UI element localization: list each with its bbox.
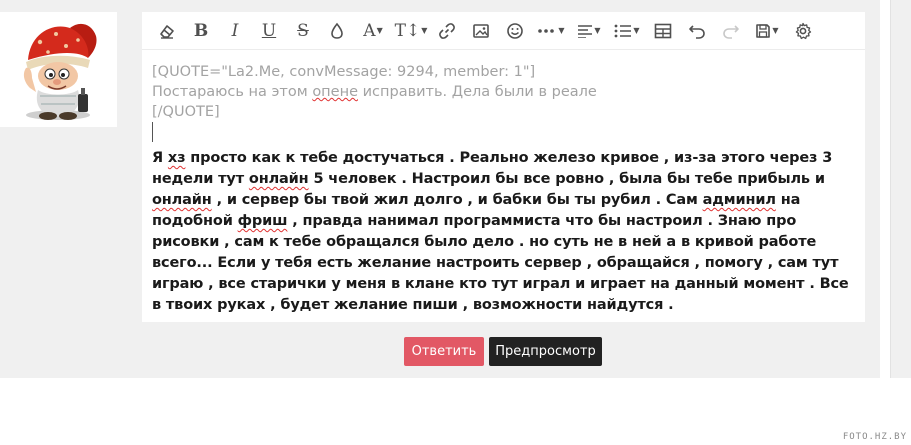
list-icon[interactable]: ▼ <box>608 12 646 50</box>
font-size-label: T↕ <box>394 20 421 41</box>
misspelled-word[interactable]: онлайн <box>152 192 212 208</box>
misspelled-word[interactable]: хз <box>168 150 186 166</box>
avatar[interactable] <box>0 12 117 127</box>
message-text-part: , и сервер бы твой жил долго , и бабки б… <box>211 192 703 208</box>
save-icon[interactable]: ▼ <box>748 12 786 50</box>
right-scroll-strip <box>890 0 911 378</box>
bold-icon[interactable]: B <box>184 12 218 50</box>
font-family-icon[interactable]: A ▼ <box>354 12 392 50</box>
more-icon[interactable]: ▼ <box>532 12 570 50</box>
strikethrough-icon[interactable]: S <box>286 12 320 50</box>
editor-toolbar: B I U S A ▼ T↕ ▼ ▼ ▼ ▼ ▼ <box>142 12 865 50</box>
quote-text-part: исправить. Дела были в реале <box>358 84 597 100</box>
eraser-icon[interactable] <box>150 12 184 50</box>
italic-icon[interactable]: I <box>218 12 252 50</box>
quote-open-tag: [QUOTE="La2.Me, convMessage: 9294, membe… <box>152 64 536 80</box>
quote-text: Постараюсь на этом опене исправить. Дела… <box>152 82 855 102</box>
chevron-down-icon: ▼ <box>558 26 565 35</box>
preview-button[interactable]: Предпросмотр <box>489 337 602 366</box>
quote-text-part: Постараюсь на этом <box>152 84 313 100</box>
align-icon[interactable]: ▼ <box>570 12 608 50</box>
text-cursor <box>152 122 153 142</box>
quote-close-tag: [/QUOTE] <box>152 104 220 120</box>
settings-icon[interactable] <box>786 12 820 50</box>
message-editor[interactable]: B I U S A ▼ T↕ ▼ ▼ ▼ ▼ ▼ [QUOTE="La2.Me,… <box>142 12 865 322</box>
chevron-down-icon: ▼ <box>376 26 383 35</box>
link-icon[interactable] <box>430 12 464 50</box>
avatar-gnome-image <box>23 23 97 120</box>
misspelled-word[interactable]: опене <box>312 84 358 100</box>
chevron-down-icon: ▼ <box>421 26 428 35</box>
underline-icon[interactable]: U <box>252 12 286 50</box>
chevron-down-icon: ▼ <box>633 26 640 35</box>
editor-content[interactable]: [QUOTE="La2.Me, convMessage: 9294, membe… <box>142 50 865 316</box>
table-icon[interactable] <box>646 12 680 50</box>
misspelled-word[interactable]: админил <box>703 192 776 208</box>
image-icon[interactable] <box>464 12 498 50</box>
reply-button[interactable]: Ответить <box>404 337 484 366</box>
misspelled-word[interactable]: онлайн <box>249 171 309 187</box>
message-text: Я хз просто как к тебе достучаться . Реа… <box>152 148 855 316</box>
color-icon[interactable] <box>320 12 354 50</box>
watermark: FOTO.HZ.BY <box>842 432 907 442</box>
chevron-down-icon: ▼ <box>594 26 601 35</box>
redo-icon[interactable] <box>714 12 748 50</box>
message-text-part: Я <box>152 150 168 166</box>
smiley-icon[interactable] <box>498 12 532 50</box>
chevron-down-icon: ▼ <box>772 26 779 35</box>
undo-icon[interactable] <box>680 12 714 50</box>
message-text-part: 5 человек . Настроил бы все ровно , была… <box>308 171 825 187</box>
misspelled-word[interactable]: фриш <box>238 213 288 229</box>
font-size-icon[interactable]: T↕ ▼ <box>392 12 430 50</box>
quote-block: [QUOTE="La2.Me, convMessage: 9294, membe… <box>152 62 855 142</box>
font-family-label: A <box>363 20 376 41</box>
